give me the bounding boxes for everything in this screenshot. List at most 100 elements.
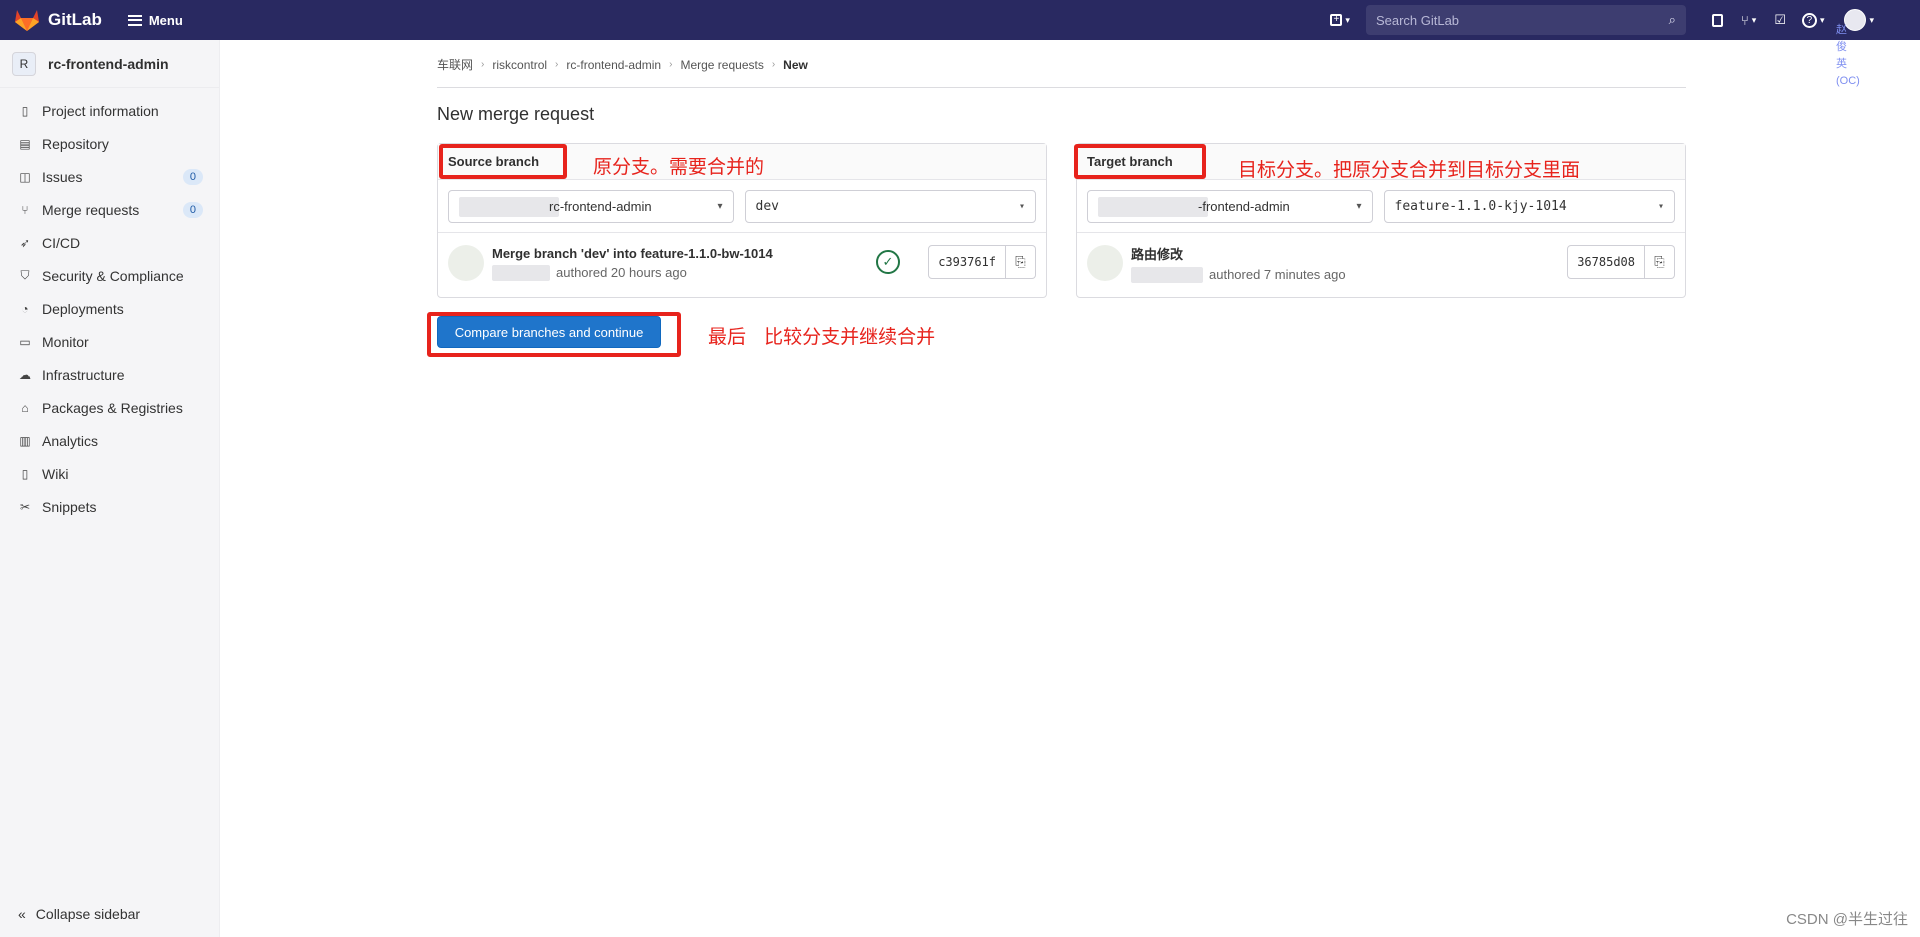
sidebar-item-repository[interactable]: ▤ Repository — [0, 127, 219, 160]
sidebar-project-header[interactable]: R rc-frontend-admin — [0, 40, 219, 88]
annotation-box-compare — [427, 312, 681, 357]
search-input[interactable]: Search GitLab ⌕ — [1365, 5, 1686, 35]
breadcrumb-link[interactable]: riskcontrol — [492, 58, 547, 72]
sidebar-item-ci-cd[interactable]: ➶ CI/CD — [0, 226, 219, 259]
project-name: rc-frontend-admin — [48, 55, 169, 72]
collapse-sidebar-label: Collapse sidebar — [35, 906, 141, 922]
search-placeholder: Search GitLab — [1375, 12, 1460, 28]
breadcrumb-link[interactable]: rc-frontend-admin — [566, 58, 661, 72]
project-sidebar: R rc-frontend-admin ▯ Project information… — [0, 40, 220, 937]
help-nav-button[interactable]: ? ▾ — [1801, 12, 1825, 28]
plus-square-icon: + — [1330, 14, 1343, 26]
sidebar-item-wiki[interactable]: ▯ Wiki — [0, 457, 219, 490]
annotation-final-note: 最后 比较分支并继续合并 — [708, 326, 936, 348]
collapse-sidebar-button[interactable]: « Collapse sidebar — [0, 891, 219, 937]
breadcrumb: 车联网 › riskcontrol › rc-frontend-admin › Mer… — [437, 56, 808, 73]
new-dropdown-button[interactable]: + ▾ — [1330, 14, 1350, 26]
shield-icon: ⛉ — [20, 268, 30, 282]
annotation-box-source — [439, 144, 567, 179]
commit-sha[interactable]: c393761f — [928, 245, 1006, 279]
redacted-namespace — [1098, 196, 1208, 217]
commit-message[interactable]: Merge branch 'dev' into feature-1.1.0-bw… — [492, 246, 773, 261]
issues-icon — [1711, 13, 1723, 27]
source-commit-row: Merge branch 'dev' into feature-1.1.0-bw… — [438, 233, 1046, 293]
search-icon: ⌕ — [1668, 12, 1676, 27]
gitlab-fox-icon — [15, 10, 39, 31]
copy-sha-button[interactable]: ⎘ — [1645, 245, 1675, 279]
annotation-box-target — [1074, 144, 1206, 179]
target-commit-row: 路由修改 authored 7 minutes ago 36785d08 ⎘ — [1077, 233, 1685, 293]
source-branch-select[interactable]: dev ▾ — [744, 190, 1036, 223]
issues-count-badge: 0 — [182, 168, 203, 185]
chevron-down-icon: ▾ — [717, 201, 723, 212]
chevron-right-icon: › — [669, 59, 673, 70]
copy-sha-button[interactable]: ⎘ — [1006, 245, 1036, 279]
double-chevron-left-icon: « — [18, 906, 26, 922]
sidebar-item-snippets[interactable]: ✂ Snippets — [0, 490, 219, 523]
merge-requests-nav-button[interactable]: ⑂ ▾ — [1741, 13, 1756, 28]
chevron-down-icon: ▾ — [1751, 14, 1757, 25]
sidebar-item-security-compliance[interactable]: ⛉ Security & Compliance — [0, 259, 219, 292]
chevron-right-icon: › — [481, 59, 485, 70]
project-avatar: R — [12, 51, 36, 76]
gitlab-logo-link[interactable]: GitLab — [14, 8, 102, 32]
breadcrumb-current: New — [783, 57, 808, 72]
chevron-down-icon: ▾ — [1345, 14, 1350, 25]
chevron-right-icon: › — [771, 59, 776, 70]
breadcrumb-link[interactable]: 车联网 — [437, 56, 473, 73]
sidebar-item-issues[interactable]: ◫ Issues 0 — [0, 160, 219, 193]
deployments-icon: ◔ — [21, 301, 29, 316]
menu-label: Menu — [148, 12, 183, 28]
top-navbar: GitLab Menu + ▾ Search GitLab ⌕ ⑂ ▾ ☑ ? … — [0, 0, 1920, 40]
divider — [437, 87, 1686, 88]
annotation-source-note: 原分支。需要合并的 — [593, 156, 765, 178]
avatar-alt-text: 赵 俊 英 (OC) — [1836, 24, 1860, 87]
commit-meta: authored 7 minutes ago — [1209, 267, 1346, 282]
sidebar-item-monitor[interactable]: ▭ Monitor — [0, 325, 219, 358]
chevron-down-icon: ▾ — [1657, 201, 1664, 212]
redacted-author — [1131, 266, 1203, 283]
help-icon: ? — [1801, 12, 1817, 28]
todo-check-icon: ☑ — [1774, 12, 1786, 27]
chevron-down-icon: ▾ — [1869, 14, 1874, 25]
commit-meta: authored 20 hours ago — [556, 265, 687, 280]
chevron-down-icon: ▾ — [1819, 14, 1825, 25]
sidebar-item-merge-requests[interactable]: ⑂ Merge requests 0 — [0, 193, 219, 226]
commit-author-avatar — [448, 245, 484, 281]
todos-nav-button[interactable]: ☑ — [1774, 12, 1786, 28]
clipboard-icon: ⎘ — [1015, 254, 1026, 269]
annotation-target-note: 目标分支。把原分支合并到目标分支里面 — [1238, 159, 1581, 181]
clipboard-icon: ⎘ — [1654, 254, 1665, 269]
merge-request-icon: ⑂ — [1740, 12, 1749, 28]
sidebar-item-project-information[interactable]: ▯ Project information — [0, 94, 219, 127]
sidebar-item-deployments[interactable]: ◔ Deployments — [0, 292, 219, 325]
commit-message[interactable]: 路由修改 — [1131, 244, 1346, 263]
chevron-down-icon: ▾ — [1356, 201, 1362, 212]
package-icon: ⌂ — [21, 400, 29, 415]
issues-nav-button[interactable] — [1711, 13, 1723, 27]
sidebar-item-analytics[interactable]: ▥ Analytics — [0, 424, 219, 457]
monitor-icon: ▭ — [19, 334, 31, 349]
watermark: CSDN @半生过往 — [1786, 911, 1908, 928]
menu-button[interactable]: Menu — [127, 12, 183, 28]
cloud-icon: ☁ — [19, 367, 31, 382]
commit-sha[interactable]: 36785d08 — [1567, 245, 1645, 279]
scissors-icon: ✂ — [19, 499, 31, 514]
chevron-down-icon: ▾ — [1018, 201, 1025, 212]
sidebar-item-infrastructure[interactable]: ☁ Infrastructure — [0, 358, 219, 391]
pipeline-success-icon[interactable]: ✓ — [876, 250, 900, 274]
target-branch-select[interactable]: feature-1.1.0-kjy-1014 ▾ — [1383, 190, 1675, 223]
repository-icon: ▤ — [19, 136, 31, 151]
chevron-right-icon: › — [555, 59, 559, 70]
breadcrumb-link[interactable]: Merge requests — [680, 58, 763, 72]
chart-icon: ▥ — [19, 433, 31, 448]
book-icon: ▯ — [21, 466, 29, 481]
commit-author-avatar — [1087, 245, 1123, 281]
issues-icon: ◫ — [19, 169, 31, 184]
source-project-select[interactable]: rc-frontend-admin ▾ — [448, 190, 734, 223]
rocket-icon: ➶ — [19, 235, 31, 250]
target-project-select[interactable]: -frontend-admin ▾ — [1087, 190, 1373, 223]
redacted-namespace — [459, 196, 559, 217]
sidebar-item-packages-registries[interactable]: ⌂ Packages & Registries — [0, 391, 219, 424]
redacted-author — [492, 264, 550, 281]
